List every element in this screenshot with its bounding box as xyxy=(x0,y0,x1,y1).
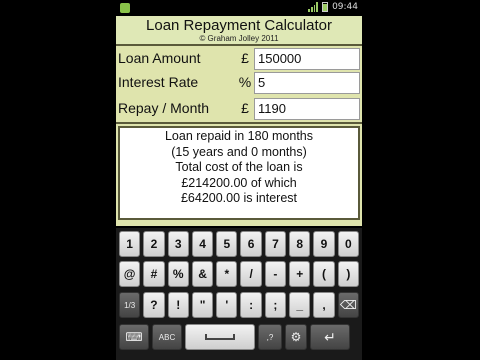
settings-gear-icon[interactable]: ⚙ xyxy=(285,324,307,350)
keyboard-row-bottom: ⌨ ABC ,? ⚙ ↵ xyxy=(119,324,359,350)
app-header: Loan Repayment Calculator © Graham Jolle… xyxy=(116,16,362,46)
key[interactable]: 2 xyxy=(143,231,165,257)
key[interactable]: ; xyxy=(264,292,287,318)
space-key[interactable] xyxy=(185,324,255,350)
interest-rate-input[interactable]: 5 xyxy=(254,72,360,94)
key[interactable]: ) xyxy=(337,261,359,287)
keyboard-row-symbols: @ # % & * / - + ( ) xyxy=(119,261,359,287)
space-bar-icon xyxy=(205,334,235,340)
abc-key[interactable]: ABC xyxy=(152,324,182,350)
divider xyxy=(116,122,362,124)
app-title: Loan Repayment Calculator xyxy=(146,17,332,34)
interest-rate-row: Interest Rate % 5 xyxy=(116,72,362,96)
result-line-total-cost: £214200.00 of which xyxy=(181,175,297,190)
key[interactable]: / xyxy=(240,261,262,287)
status-time: 09:44 xyxy=(332,2,358,12)
key[interactable]: + xyxy=(289,261,311,287)
page-toggle-key[interactable]: 1/3 xyxy=(119,292,141,318)
interest-rate-label: Interest Rate xyxy=(118,74,199,90)
key[interactable]: - xyxy=(264,261,287,287)
soft-keyboard: 1 2 3 4 5 6 7 8 9 0 @ # % & * / - + ( ) … xyxy=(116,228,362,360)
interest-rate-unit: % xyxy=(238,74,252,90)
loan-amount-unit: £ xyxy=(241,50,249,66)
key[interactable]: & xyxy=(191,261,214,287)
keyboard-row-numbers: 1 2 3 4 5 6 7 8 9 0 xyxy=(119,231,359,257)
repay-month-unit: £ xyxy=(241,100,249,116)
key[interactable]: : xyxy=(240,292,262,318)
key[interactable]: 1 xyxy=(119,231,141,257)
key[interactable]: 6 xyxy=(240,231,262,257)
result-line-interest: £64200.00 is interest xyxy=(180,191,298,205)
repay-month-row: Repay / Month £ 1190 xyxy=(116,98,362,122)
key[interactable]: 8 xyxy=(289,231,311,257)
repay-month-label: Repay / Month xyxy=(118,100,210,116)
key[interactable]: ' xyxy=(216,292,238,318)
keyboard-row-punct: 1/3 ? ! " ' : ; _ , ⌫ xyxy=(119,292,359,318)
key[interactable]: ? xyxy=(143,292,165,318)
loan-calculator-app: Loan Repayment Calculator © Graham Jolle… xyxy=(116,16,362,226)
key[interactable]: * xyxy=(216,261,238,287)
result-panel: Loan repaid in 180 months (15 years and … xyxy=(118,126,360,220)
key[interactable]: 5 xyxy=(216,231,238,257)
app-copyright: © Graham Jolley 2011 xyxy=(199,34,279,43)
app-notification-icon xyxy=(120,3,130,13)
phone-screen: 09:44 Loan Repayment Calculator © Graham… xyxy=(116,0,362,360)
key[interactable]: 9 xyxy=(313,231,335,257)
key[interactable]: 7 xyxy=(264,231,287,257)
key[interactable]: 0 xyxy=(337,231,359,257)
key[interactable]: ! xyxy=(167,292,189,318)
status-bar: 09:44 xyxy=(116,0,362,16)
loan-amount-row: Loan Amount £ 150000 xyxy=(116,48,362,72)
key[interactable]: ( xyxy=(313,261,335,287)
repay-month-input[interactable]: 1190 xyxy=(254,98,360,120)
key[interactable]: " xyxy=(191,292,214,318)
key[interactable]: # xyxy=(143,261,165,287)
result-line-months: Loan repaid in 180 months xyxy=(164,129,314,143)
backspace-icon[interactable]: ⌫ xyxy=(337,292,359,318)
key[interactable]: % xyxy=(167,261,189,287)
battery-icon xyxy=(322,2,329,12)
keyboard-switch-icon[interactable]: ⌨ xyxy=(119,324,149,350)
enter-key-icon[interactable]: ↵ xyxy=(310,324,350,350)
loan-amount-input[interactable]: 150000 xyxy=(254,48,360,70)
key[interactable]: 3 xyxy=(167,231,189,257)
key[interactable]: , xyxy=(313,292,335,318)
key[interactable]: 4 xyxy=(191,231,214,257)
loan-amount-label: Loan Amount xyxy=(118,50,201,66)
key[interactable]: _ xyxy=(289,292,311,318)
result-line-years: (15 years and 0 months) xyxy=(171,144,307,159)
key[interactable]: @ xyxy=(119,261,141,287)
result-line-total-label: Total cost of the loan is xyxy=(175,160,303,174)
signal-icon xyxy=(308,2,319,12)
symbol-key[interactable]: ,? xyxy=(258,324,282,350)
